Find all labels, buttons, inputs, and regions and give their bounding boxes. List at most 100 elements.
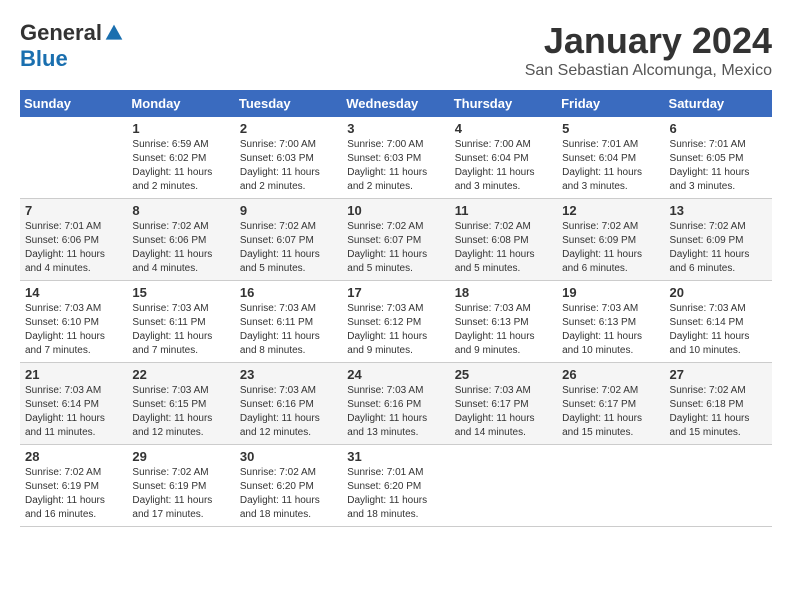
day-number: 1 (132, 121, 229, 136)
logo: General Blue (20, 20, 124, 72)
dow-header-wednesday: Wednesday (342, 90, 449, 117)
day-info: Sunrise: 7:03 AM Sunset: 6:13 PM Dayligh… (455, 302, 552, 358)
day-info: Sunrise: 7:03 AM Sunset: 6:11 PM Dayligh… (240, 302, 337, 358)
calendar-cell: 16 Sunrise: 7:03 AM Sunset: 6:11 PM Dayli… (235, 281, 342, 363)
calendar-cell: 4 Sunrise: 7:00 AM Sunset: 6:04 PM Daylig… (450, 117, 557, 199)
day-number: 9 (240, 203, 337, 218)
calendar-cell: 30Sunrise: 7:02 AM Sunset: 6:20 PM Dayli… (235, 445, 342, 527)
day-number: 4 (455, 121, 552, 136)
day-info: Sunrise: 7:03 AM Sunset: 6:11 PM Dayligh… (132, 302, 229, 358)
calendar-cell: 23Sunrise: 7:03 AM Sunset: 6:16 PM Dayli… (235, 363, 342, 445)
day-number: 5 (562, 121, 659, 136)
calendar-cell (665, 445, 772, 527)
day-info: Sunrise: 7:03 AM Sunset: 6:10 PM Dayligh… (25, 302, 122, 358)
calendar-cell: 26 Sunrise: 7:02 AM Sunset: 6:17 PM Dayli… (557, 363, 664, 445)
calendar-cell: 12 Sunrise: 7:02 AM Sunset: 6:09 PM Dayli… (557, 199, 664, 281)
calendar-cell (20, 117, 127, 199)
day-info: Sunrise: 7:01 AM Sunset: 6:04 PM Dayligh… (562, 138, 659, 194)
calendar-cell: 28 Sunrise: 7:02 AM Sunset: 6:19 PM Dayli… (20, 445, 127, 527)
day-number: 11 (455, 203, 552, 218)
day-info: Sunrise: 7:02 AM Sunset: 6:07 PM Dayligh… (347, 220, 444, 276)
calendar-cell: 7Sunrise: 7:01 AM Sunset: 6:06 PM Daylig… (20, 199, 127, 281)
day-number: 13 (670, 203, 767, 218)
day-info: Sunrise: 7:02 AM Sunset: 6:20 PM Dayligh… (240, 466, 337, 522)
title-block: January 2024 San Sebastian Alcomunga, Me… (525, 20, 772, 80)
day-number: 21 (25, 367, 122, 382)
day-number: 19 (562, 285, 659, 300)
day-info: Sunrise: 7:03 AM Sunset: 6:16 PM Dayligh… (347, 384, 444, 440)
day-number: 8 (132, 203, 229, 218)
week-row-5: 28 Sunrise: 7:02 AM Sunset: 6:19 PM Dayli… (20, 445, 772, 527)
calendar-cell: 21Sunrise: 7:03 AM Sunset: 6:14 PM Dayli… (20, 363, 127, 445)
day-info: Sunrise: 7:02 AM Sunset: 6:19 PM Dayligh… (25, 466, 122, 522)
day-number: 14 (25, 285, 122, 300)
week-row-2: 7Sunrise: 7:01 AM Sunset: 6:06 PM Daylig… (20, 199, 772, 281)
calendar-cell: 13Sunrise: 7:02 AM Sunset: 6:09 PM Dayli… (665, 199, 772, 281)
week-row-4: 21Sunrise: 7:03 AM Sunset: 6:14 PM Dayli… (20, 363, 772, 445)
calendar-cell: 27Sunrise: 7:02 AM Sunset: 6:18 PM Dayli… (665, 363, 772, 445)
day-info: Sunrise: 7:03 AM Sunset: 6:12 PM Dayligh… (347, 302, 444, 358)
day-info: Sunrise: 7:03 AM Sunset: 6:17 PM Dayligh… (455, 384, 552, 440)
day-number: 24 (347, 367, 444, 382)
calendar-cell: 6Sunrise: 7:01 AM Sunset: 6:05 PM Daylig… (665, 117, 772, 199)
day-number: 29 (132, 449, 229, 464)
dow-header-tuesday: Tuesday (235, 90, 342, 117)
day-info: Sunrise: 7:00 AM Sunset: 6:04 PM Dayligh… (455, 138, 552, 194)
week-row-3: 14 Sunrise: 7:03 AM Sunset: 6:10 PM Dayli… (20, 281, 772, 363)
day-info: Sunrise: 7:03 AM Sunset: 6:16 PM Dayligh… (240, 384, 337, 440)
day-number: 22 (132, 367, 229, 382)
day-number: 18 (455, 285, 552, 300)
day-info: Sunrise: 7:03 AM Sunset: 6:14 PM Dayligh… (670, 302, 767, 358)
day-number: 7 (25, 203, 122, 218)
day-number: 17 (347, 285, 444, 300)
day-info: Sunrise: 7:00 AM Sunset: 6:03 PM Dayligh… (347, 138, 444, 194)
day-info: Sunrise: 7:02 AM Sunset: 6:07 PM Dayligh… (240, 220, 337, 276)
day-info: Sunrise: 7:03 AM Sunset: 6:13 PM Dayligh… (562, 302, 659, 358)
calendar-cell: 14 Sunrise: 7:03 AM Sunset: 6:10 PM Dayli… (20, 281, 127, 363)
calendar-cell: 3 Sunrise: 7:00 AM Sunset: 6:03 PM Daylig… (342, 117, 449, 199)
calendar-cell: 20 Sunrise: 7:03 AM Sunset: 6:14 PM Dayli… (665, 281, 772, 363)
dow-header-thursday: Thursday (450, 90, 557, 117)
calendar-cell: 24 Sunrise: 7:03 AM Sunset: 6:16 PM Dayli… (342, 363, 449, 445)
day-number: 20 (670, 285, 767, 300)
calendar-cell: 5 Sunrise: 7:01 AM Sunset: 6:04 PM Daylig… (557, 117, 664, 199)
logo-blue-text: Blue (20, 46, 68, 72)
day-number: 6 (670, 121, 767, 136)
day-info: Sunrise: 6:59 AM Sunset: 6:02 PM Dayligh… (132, 138, 229, 194)
week-row-1: 1 Sunrise: 6:59 AM Sunset: 6:02 PM Daylig… (20, 117, 772, 199)
day-number: 16 (240, 285, 337, 300)
day-number: 10 (347, 203, 444, 218)
day-number: 12 (562, 203, 659, 218)
day-info: Sunrise: 7:02 AM Sunset: 6:19 PM Dayligh… (132, 466, 229, 522)
day-info: Sunrise: 7:02 AM Sunset: 6:18 PM Dayligh… (670, 384, 767, 440)
day-info: Sunrise: 7:02 AM Sunset: 6:17 PM Dayligh… (562, 384, 659, 440)
calendar-cell: 25 Sunrise: 7:03 AM Sunset: 6:17 PM Dayli… (450, 363, 557, 445)
calendar-cell: 22 Sunrise: 7:03 AM Sunset: 6:15 PM Dayli… (127, 363, 234, 445)
month-title: January 2024 (525, 20, 772, 62)
day-number: 28 (25, 449, 122, 464)
day-number: 25 (455, 367, 552, 382)
calendar-cell: 9 Sunrise: 7:02 AM Sunset: 6:07 PM Daylig… (235, 199, 342, 281)
calendar-cell (557, 445, 664, 527)
dow-header-sunday: Sunday (20, 90, 127, 117)
calendar-table: SundayMondayTuesdayWednesdayThursdayFrid… (20, 90, 772, 527)
calendar-cell: 29 Sunrise: 7:02 AM Sunset: 6:19 PM Dayli… (127, 445, 234, 527)
calendar-cell: 18 Sunrise: 7:03 AM Sunset: 6:13 PM Dayli… (450, 281, 557, 363)
day-number: 26 (562, 367, 659, 382)
day-number: 3 (347, 121, 444, 136)
calendar-cell: 10 Sunrise: 7:02 AM Sunset: 6:07 PM Dayli… (342, 199, 449, 281)
day-info: Sunrise: 7:02 AM Sunset: 6:08 PM Dayligh… (455, 220, 552, 276)
day-info: Sunrise: 7:02 AM Sunset: 6:09 PM Dayligh… (562, 220, 659, 276)
calendar-cell: 31Sunrise: 7:01 AM Sunset: 6:20 PM Dayli… (342, 445, 449, 527)
page-header: General Blue January 2024 San Sebastian … (20, 20, 772, 80)
day-info: Sunrise: 7:03 AM Sunset: 6:15 PM Dayligh… (132, 384, 229, 440)
header-row: SundayMondayTuesdayWednesdayThursdayFrid… (20, 90, 772, 117)
calendar-cell: 19 Sunrise: 7:03 AM Sunset: 6:13 PM Dayli… (557, 281, 664, 363)
dow-header-saturday: Saturday (665, 90, 772, 117)
calendar-cell: 15Sunrise: 7:03 AM Sunset: 6:11 PM Dayli… (127, 281, 234, 363)
calendar-cell: 2Sunrise: 7:00 AM Sunset: 6:03 PM Daylig… (235, 117, 342, 199)
calendar-cell (450, 445, 557, 527)
day-info: Sunrise: 7:01 AM Sunset: 6:20 PM Dayligh… (347, 466, 444, 522)
dow-header-monday: Monday (127, 90, 234, 117)
day-info: Sunrise: 7:00 AM Sunset: 6:03 PM Dayligh… (240, 138, 337, 194)
